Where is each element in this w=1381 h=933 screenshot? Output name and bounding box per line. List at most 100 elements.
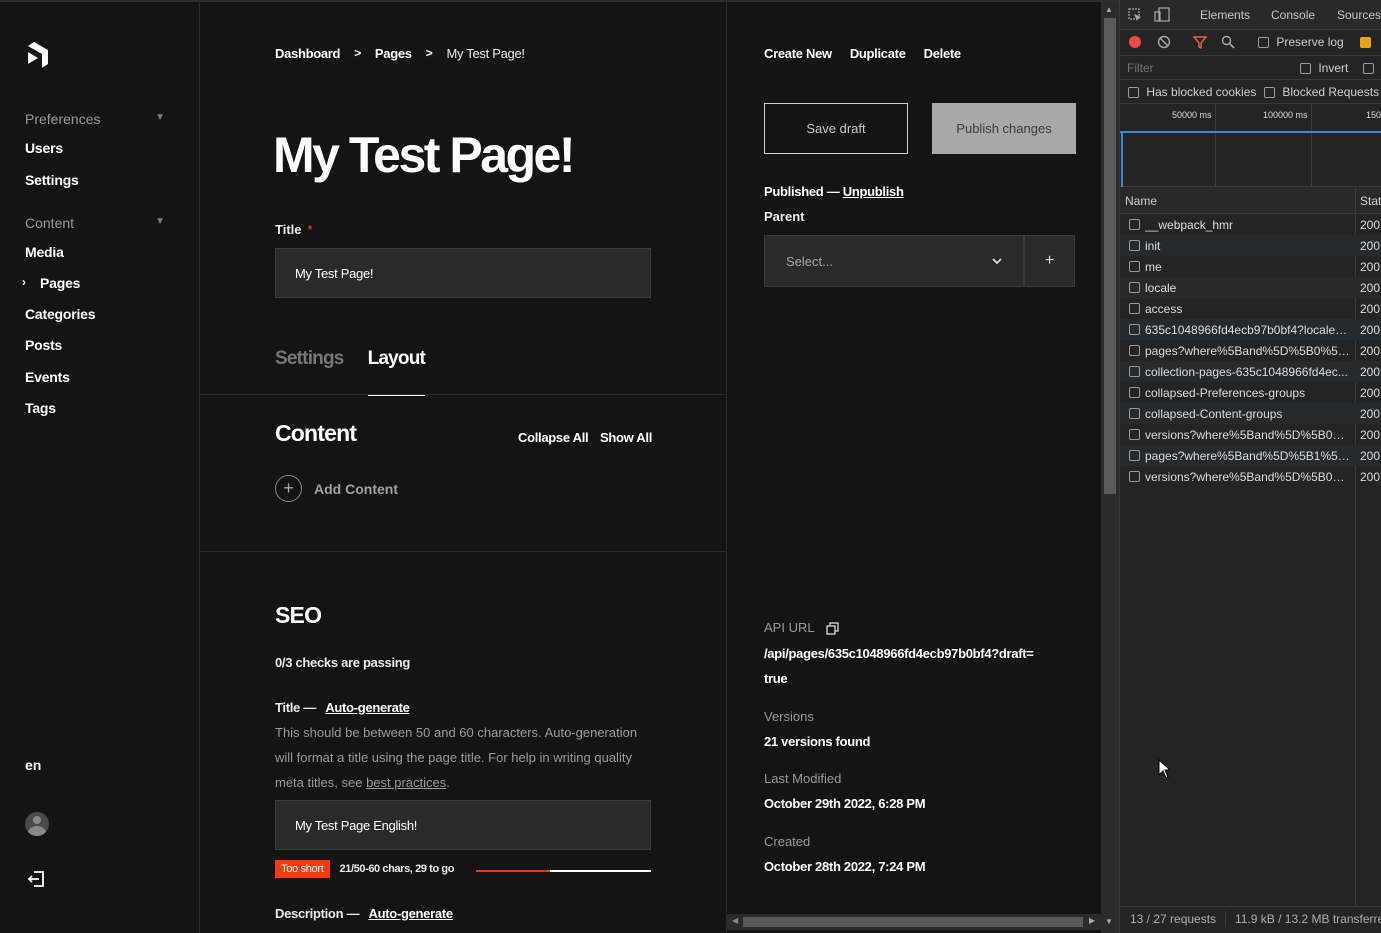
add-parent-button[interactable]: + — [1024, 235, 1075, 287]
request-row[interactable]: me 200 — [1120, 256, 1381, 277]
scroll-right-icon[interactable]: ▶ — [1089, 916, 1095, 925]
meta-title-input[interactable] — [275, 800, 651, 850]
request-row[interactable]: versions?where%5Band%5D%5B0%5... 200 — [1120, 424, 1381, 445]
avatar[interactable] — [25, 812, 49, 836]
locale-selector[interactable]: en — [25, 757, 41, 773]
request-row[interactable]: collection-pages-635c1048966fd4ec... 200 — [1120, 361, 1381, 382]
devtools-tab-console[interactable]: Console — [1271, 8, 1315, 22]
create-new-button[interactable]: Create New — [764, 46, 832, 61]
request-row[interactable]: collapsed-Preferences-groups 200 — [1120, 382, 1381, 403]
dash: — — [303, 700, 317, 715]
add-content-button[interactable]: + Add Content — [275, 475, 398, 502]
nav-group-preferences[interactable]: Preferences ▼ — [25, 111, 165, 127]
horizontal-scrollbar[interactable]: ◀ ▶ — [727, 914, 1101, 930]
sidebar-item-tags[interactable]: Tags — [25, 400, 56, 416]
checkbox-box[interactable] — [1129, 303, 1140, 314]
scrollbar-thumb[interactable] — [1104, 18, 1116, 494]
payload-logo-icon[interactable] — [26, 42, 50, 68]
tab-layout[interactable]: Layout — [367, 348, 426, 396]
blocked-requests-checkbox[interactable]: Blocked Requests — [1264, 85, 1379, 99]
checkbox-box[interactable] — [1129, 240, 1140, 251]
char-count-text: 21/50-60 chars, 29 to go — [339, 863, 455, 875]
divider — [1225, 911, 1226, 927]
sidebar-item-posts[interactable]: Posts — [25, 337, 62, 353]
request-row[interactable]: pages?where%5Band%5D%5B0%5D... 200 — [1120, 340, 1381, 361]
request-row[interactable]: init 200 — [1120, 235, 1381, 256]
checkbox-box[interactable] — [1129, 387, 1140, 398]
logout-icon[interactable] — [27, 869, 47, 889]
checkbox-box[interactable] — [1129, 366, 1140, 377]
versions-label: Versions — [764, 709, 814, 724]
request-status: 200 — [1360, 386, 1381, 400]
checkbox-box[interactable] — [1129, 261, 1140, 272]
sidebar-item-categories[interactable]: Categories — [25, 306, 96, 322]
inspect-element-icon[interactable] — [1128, 8, 1142, 22]
title-input[interactable] — [275, 248, 651, 298]
save-draft-button[interactable]: Save draft — [764, 103, 908, 154]
checkbox-box[interactable] — [1129, 471, 1140, 482]
unpublish-link[interactable]: Unpublish — [843, 184, 904, 199]
invert-checkbox[interactable]: Invert — [1300, 61, 1348, 75]
tab-settings[interactable]: Settings — [275, 348, 344, 396]
clear-icon[interactable] — [1157, 35, 1171, 49]
collapse-all-button[interactable]: Collapse All — [518, 430, 589, 445]
checkbox-box[interactable] — [1129, 219, 1140, 230]
versions-link[interactable]: 21 versions found — [764, 729, 1044, 754]
auto-generate-title-link[interactable]: Auto-generate — [325, 700, 410, 715]
created-value: October 28th 2022, 7:24 PM — [764, 859, 926, 874]
sidebar-item-pages[interactable]: › Pages — [22, 275, 80, 291]
api-url-link[interactable]: /api/pages/635c1048966fd4ecb97b0bf4?draf… — [764, 641, 1034, 691]
request-row[interactable]: collapsed-Content-groups 200 — [1120, 403, 1381, 424]
device-toolbar-icon[interactable] — [1154, 7, 1170, 22]
scroll-up-icon[interactable]: ▲ — [1105, 5, 1113, 14]
copy-icon[interactable] — [826, 622, 839, 635]
scroll-down-icon[interactable]: ▼ — [1105, 917, 1113, 926]
request-row[interactable]: access 200 — [1120, 298, 1381, 319]
publish-changes-button[interactable]: Publish changes — [932, 103, 1076, 154]
vertical-scrollbar[interactable]: ▲ ▼ — [1101, 0, 1119, 933]
devtools-tab-elements[interactable]: Elements — [1200, 8, 1250, 22]
timeline-gridline — [1215, 104, 1216, 187]
sidebar-item-events[interactable]: Events — [25, 369, 70, 385]
checkbox-box[interactable] — [1129, 408, 1140, 419]
duplicate-button[interactable]: Duplicate — [850, 46, 906, 61]
request-row[interactable]: __webpack_hmr 200 — [1120, 214, 1381, 235]
sidebar-item-users[interactable]: Users — [25, 140, 63, 156]
checkbox-box[interactable] — [1129, 429, 1140, 440]
sidebar-item-settings[interactable]: Settings — [25, 172, 79, 188]
search-icon[interactable] — [1221, 35, 1235, 49]
best-practices-link[interactable]: best practices — [366, 775, 446, 790]
length-progress-bar — [476, 870, 651, 872]
delete-button[interactable]: Delete — [924, 46, 962, 61]
show-all-button[interactable]: Show All — [600, 430, 652, 445]
network-timeline[interactable]: 50000 ms 100000 ms 1500 — [1120, 104, 1381, 187]
preserve-log-checkbox[interactable]: Preserve log — [1258, 35, 1344, 49]
nav-group-content[interactable]: Content ▼ — [25, 215, 165, 231]
checkbox-box[interactable] — [1129, 345, 1140, 356]
checkbox-box[interactable] — [1129, 450, 1140, 461]
checkbox-box[interactable] — [1129, 324, 1140, 335]
request-row[interactable]: 635c1048966fd4ecb97b0bf4?locale=... 200 — [1120, 319, 1381, 340]
has-blocked-cookies-checkbox[interactable]: Has blocked cookies — [1128, 85, 1256, 99]
request-row[interactable]: versions?where%5Band%5D%5B0%5... 200 — [1120, 466, 1381, 487]
column-name-header[interactable]: Name — [1125, 194, 1157, 208]
request-row[interactable]: pages?where%5Band%5D%5B1%5D... 200 — [1120, 445, 1381, 466]
hide-data-urls-checkbox[interactable] — [1363, 63, 1374, 74]
parent-select[interactable]: Select... — [764, 235, 1024, 287]
scrollbar-thumb[interactable] — [743, 917, 1083, 927]
seo-description-field-label: Description — Auto-generate — [275, 906, 453, 921]
auto-generate-description-link[interactable]: Auto-generate — [369, 906, 454, 921]
devtools-tab-sources[interactable]: Sources — [1337, 8, 1381, 22]
column-status-header[interactable]: Stat — [1360, 194, 1381, 208]
filter-icon[interactable] — [1193, 35, 1207, 49]
record-icon[interactable] — [1128, 35, 1142, 49]
checkbox-box[interactable] — [1129, 282, 1140, 293]
breadcrumb-pages[interactable]: Pages — [375, 46, 412, 61]
sidebar-item-media[interactable]: Media — [25, 244, 64, 260]
filter-input[interactable] — [1122, 58, 1286, 77]
timeline-bar — [1121, 131, 1123, 187]
disable-cache-checkbox[interactable] — [1360, 37, 1371, 48]
scroll-left-icon[interactable]: ◀ — [732, 916, 738, 925]
request-row[interactable]: locale 200 — [1120, 277, 1381, 298]
breadcrumb-dashboard[interactable]: Dashboard — [275, 46, 341, 61]
